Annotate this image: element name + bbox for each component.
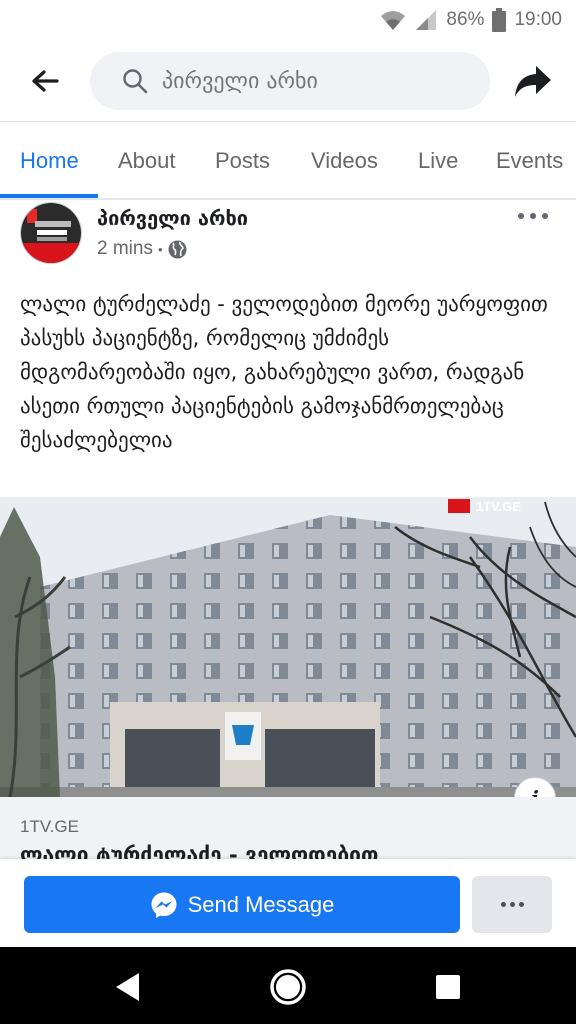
- page-name[interactable]: პირველი არხი: [97, 206, 248, 230]
- share-button[interactable]: [490, 40, 576, 122]
- nav-recents-button[interactable]: [426, 965, 470, 1009]
- dot-icon: [530, 213, 536, 219]
- globe-icon: [168, 240, 187, 258]
- tab-home[interactable]: Home: [20, 122, 79, 198]
- share-icon: [515, 66, 551, 97]
- tab-videos[interactable]: Videos: [311, 122, 378, 198]
- square-recents-icon: [436, 975, 460, 999]
- search-icon: [122, 68, 148, 94]
- system-nav-bar: [0, 947, 576, 1024]
- post-meta: 2 mins •: [97, 238, 187, 260]
- dot-icon: [518, 902, 524, 907]
- messenger-icon: [151, 892, 177, 918]
- link-title: ლალი ტურძელაძე - ველოდებით: [20, 843, 379, 859]
- back-arrow-icon: [32, 70, 59, 92]
- dot-icon: [509, 902, 515, 907]
- dot-icon: [542, 213, 548, 219]
- nav-back-button[interactable]: [106, 965, 150, 1009]
- link-preview[interactable]: 1TV.GE ლალი ტურძელაძე - ველოდებით: [0, 797, 576, 859]
- page-tabs: Home About Posts Videos Live Events: [0, 122, 576, 198]
- post-text: ლალი ტურძელაძე - ველოდებით მეორე უარყოფი…: [20, 292, 548, 452]
- signal-icon: [416, 10, 437, 30]
- search-bar[interactable]: [90, 52, 490, 110]
- link-domain: 1TV.GE: [20, 817, 79, 836]
- back-button[interactable]: [0, 40, 90, 122]
- page-avatar[interactable]: [20, 202, 82, 264]
- bottom-action-bar: Send Message: [0, 859, 576, 947]
- meta-separator: •: [157, 241, 163, 257]
- nav-home-button[interactable]: [266, 965, 310, 1009]
- tab-live[interactable]: Live: [418, 122, 458, 198]
- post-header: პირველი არხი 2 mins •: [0, 200, 576, 276]
- triangle-back-icon: [116, 973, 139, 1001]
- battery-percent: 86%: [446, 9, 485, 30]
- battery-icon: [492, 8, 507, 32]
- top-bar: [0, 40, 576, 122]
- status-bar: 86% 19:00: [0, 0, 576, 40]
- dot-icon: [518, 213, 524, 219]
- tab-posts[interactable]: Posts: [215, 122, 270, 198]
- tab-events[interactable]: Events: [496, 122, 563, 198]
- image-watermark: 1TV.GE: [476, 499, 521, 514]
- clock: 19:00: [514, 9, 562, 30]
- send-message-label: Send Message: [187, 891, 335, 917]
- more-actions-button[interactable]: [472, 876, 552, 933]
- wifi-icon: [381, 11, 406, 30]
- search-input[interactable]: [162, 68, 462, 94]
- send-message-button[interactable]: Send Message: [24, 876, 460, 933]
- dot-icon: [500, 902, 506, 907]
- tab-about[interactable]: About: [118, 122, 176, 198]
- post-image[interactable]: 1TV.GE: [0, 497, 576, 797]
- post-time[interactable]: 2 mins: [97, 238, 153, 260]
- circle-home-icon: [270, 969, 306, 1005]
- post-more-button[interactable]: [518, 206, 548, 226]
